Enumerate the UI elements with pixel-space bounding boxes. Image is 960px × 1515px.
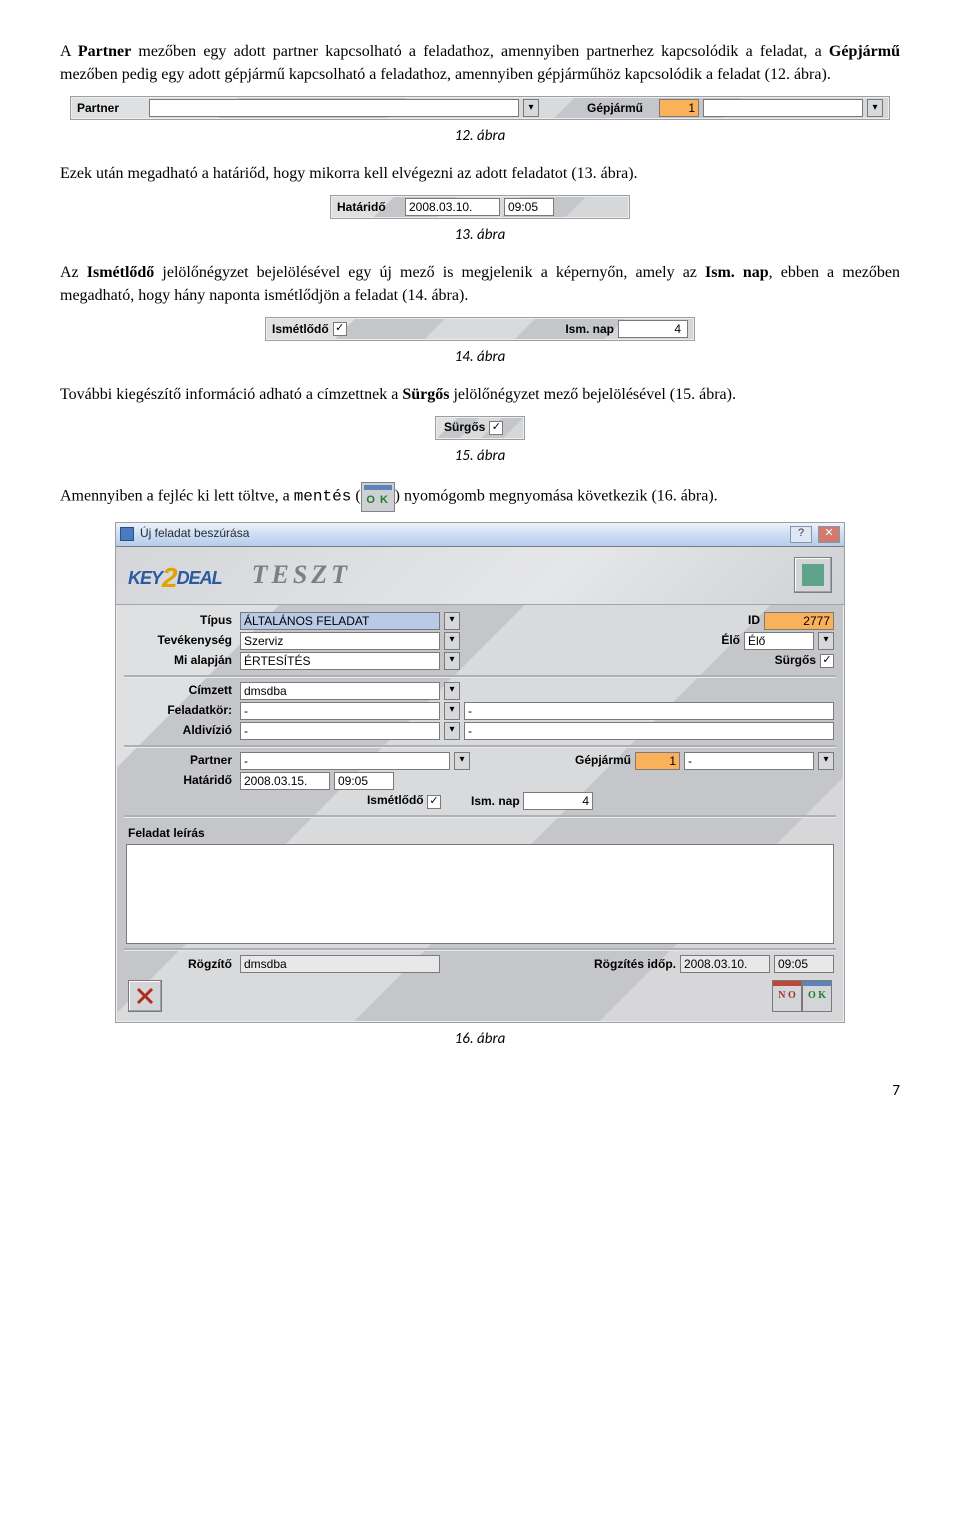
partner16-dropdown-icon[interactable]: ▾	[454, 752, 470, 770]
rogzito-label: Rögzítő	[126, 956, 236, 973]
paragraph-4: További kiegészítő információ adható a c…	[60, 383, 900, 406]
gepjarmu-text-field[interactable]	[703, 99, 863, 117]
rogzito-field: dmsdba	[240, 955, 440, 973]
caption-13: 13. ábra	[60, 225, 900, 247]
gj16-code-field[interactable]: 1	[635, 752, 680, 770]
window-icon	[120, 527, 134, 541]
ismnap-field[interactable]: 4	[618, 320, 688, 338]
surgos-label: Sürgős	[444, 419, 485, 436]
id-label: ID	[748, 612, 760, 629]
figure-16-window: Új feladat beszúrása ? ✕ KEY2DEAL TESZT …	[115, 522, 845, 1024]
hatarido-label: Határidő	[337, 199, 401, 216]
partner-label: Partner	[77, 100, 145, 117]
paragraph-1: A Partner mezőben egy adott partner kapc…	[60, 40, 900, 86]
feladatkor-label: Feladatkör:	[126, 702, 236, 719]
aldiv-label: Aldivízió	[126, 722, 236, 739]
partner16-field[interactable]: -	[240, 752, 450, 770]
figure-14: Ismétlődő ✓ Ism. nap 4	[265, 317, 695, 341]
ismnap-label: Ism. nap	[565, 321, 614, 338]
caption-14: 14. ábra	[60, 347, 900, 369]
tipus-field[interactable]: ÁLTALÁNOS FELADAT	[240, 612, 440, 630]
partner-dropdown-icon[interactable]: ▾	[523, 99, 539, 117]
mial-dropdown-icon[interactable]: ▾	[444, 652, 460, 670]
hat16-time-field[interactable]: 09:05	[334, 772, 394, 790]
hatarido-time-field[interactable]: 09:05	[504, 198, 554, 216]
surgos16-checkbox[interactable]: ✓	[820, 654, 834, 668]
ok-button[interactable]: O K	[802, 980, 832, 1012]
tipus-dropdown-icon[interactable]: ▾	[444, 612, 460, 630]
surgos-checkbox[interactable]: ✓	[489, 421, 503, 435]
header-area: KEY2DEAL TESZT	[116, 547, 844, 605]
feladatkor-dropdown-icon[interactable]: ▾	[444, 702, 460, 720]
aldiv-text-field[interactable]: -	[464, 722, 834, 740]
gj16-dropdown-icon[interactable]: ▾	[818, 752, 834, 770]
paragraph-2: Ezek után megadható a határiőd, hogy mik…	[60, 162, 900, 185]
rogzidop-date-field: 2008.03.10.	[680, 955, 770, 973]
caption-12: 12. ábra	[60, 126, 900, 148]
hat16-label: Határidő	[126, 772, 236, 789]
elo-field[interactable]: Élő	[744, 632, 814, 650]
ismnap16-label: Ism. nap	[471, 794, 520, 808]
figure-13: Határidő 2008.03.10. 09:05	[330, 195, 630, 219]
brand-teszt: TESZT	[252, 560, 351, 590]
aldiv-field[interactable]: -	[240, 722, 440, 740]
gepjarmu-dropdown-icon[interactable]: ▾	[867, 99, 883, 117]
tev-label: Tevékenység	[126, 632, 236, 649]
ism16-label: Ismétlődő	[367, 793, 424, 807]
gepjarmu-label: Gépjármű	[587, 100, 655, 117]
leiras-label: Feladat leírás	[124, 821, 836, 844]
ismnap16-field[interactable]: 4	[523, 792, 593, 810]
page-number: 7	[60, 1081, 900, 1103]
hat16-date-field[interactable]: 2008.03.15.	[240, 772, 330, 790]
delete-button[interactable]	[128, 980, 162, 1012]
ok-save-button-inline[interactable]: O K	[361, 482, 395, 512]
ism16-checkbox[interactable]: ✓	[427, 795, 441, 809]
titlebar: Új feladat beszúrása ? ✕	[116, 523, 844, 547]
help-button[interactable]: ?	[790, 526, 812, 543]
header-tool-button[interactable]	[794, 557, 832, 593]
aldiv-dropdown-icon[interactable]: ▾	[444, 722, 460, 740]
cimzett-label: Címzett	[126, 682, 236, 699]
id-field: 2777	[764, 612, 834, 630]
ismetlodo-label: Ismétlődő	[272, 321, 329, 338]
elo-dropdown-icon[interactable]: ▾	[818, 632, 834, 650]
rogzidop-time-field: 09:05	[774, 955, 834, 973]
partner16-label: Partner	[126, 752, 236, 769]
feladatkor-text-field[interactable]: -	[464, 702, 834, 720]
surgos16-label: Sürgős	[775, 652, 816, 669]
tev-dropdown-icon[interactable]: ▾	[444, 632, 460, 650]
tipus-label: Típus	[126, 612, 236, 629]
rogzidop-label: Rögzítés időp.	[594, 956, 676, 973]
ismetlodo-checkbox[interactable]: ✓	[333, 322, 347, 336]
leiras-textarea[interactable]	[126, 844, 834, 944]
gepjarmu-code-field[interactable]: 1	[659, 99, 699, 117]
caption-16: 16. ábra	[60, 1029, 900, 1051]
mial-field[interactable]: ÉRTESÍTÉS	[240, 652, 440, 670]
paragraph-5: Amennyiben a fejléc ki lett töltve, a me…	[60, 482, 900, 512]
window-title: Új feladat beszúrása	[140, 525, 784, 542]
paragraph-3: Az Ismétlődő jelölőnégyzet bejelölésével…	[60, 261, 900, 307]
hatarido-date-field[interactable]: 2008.03.10.	[405, 198, 500, 216]
elo-label: Élő	[721, 632, 740, 649]
figure-15: Sürgős ✓	[435, 416, 525, 439]
figure-12: Partner ▾ Gépjármű 1 ▾	[70, 96, 890, 120]
partner-field[interactable]	[149, 99, 519, 117]
caption-15: 15. ábra	[60, 446, 900, 468]
tev-field[interactable]: Szerviz	[240, 632, 440, 650]
gj16-text-field[interactable]: -	[684, 752, 814, 770]
gj16-label: Gépjármű	[575, 752, 631, 769]
feladatkor-field[interactable]: -	[240, 702, 440, 720]
cimzett-field[interactable]: dmsdba	[240, 682, 440, 700]
key2deal-logo: KEY2DEAL	[128, 559, 222, 591]
mial-label: Mi alapján	[126, 652, 236, 669]
no-button[interactable]: N O	[772, 980, 802, 1012]
cimzett-dropdown-icon[interactable]: ▾	[444, 682, 460, 700]
close-button[interactable]: ✕	[818, 526, 840, 543]
